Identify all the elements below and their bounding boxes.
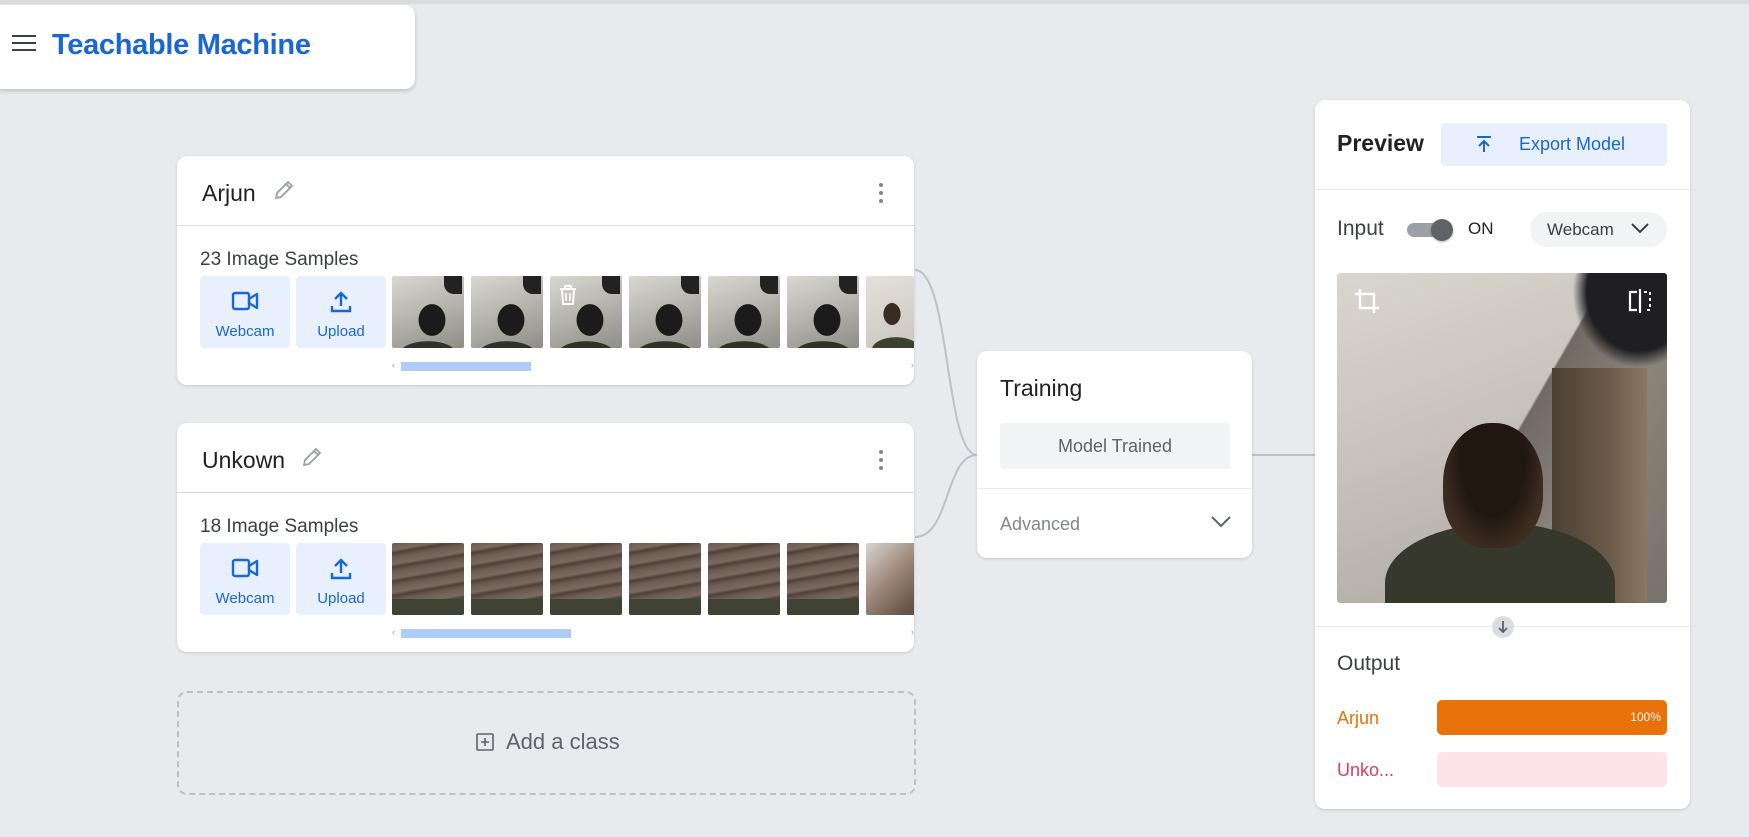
more-options-icon[interactable]	[878, 183, 884, 205]
class-name[interactable]: Arjun	[202, 180, 256, 207]
crop-icon[interactable]	[1353, 287, 1381, 315]
scroll-right-arrow[interactable]: ›	[911, 627, 914, 637]
upload-button-label: Upload	[317, 590, 365, 607]
webcam-button[interactable]: Webcam	[200, 543, 290, 615]
sample-thumbnail[interactable]	[471, 543, 543, 615]
edit-pencil-icon[interactable]	[272, 178, 296, 202]
toggle-state-label: ON	[1468, 219, 1494, 238]
class-card-arjun: Arjun 23 Image Samples Webcam Upload ‹ ›	[177, 156, 914, 385]
upload-icon	[330, 291, 352, 313]
edit-pencil-icon[interactable]	[300, 445, 324, 469]
sample-thumbnail[interactable]	[866, 543, 914, 615]
preview-panel: Preview Export Model Input ON Webcam Out…	[1315, 100, 1690, 809]
output-label: Arjun	[1337, 708, 1380, 728]
output-percent: 100%	[1630, 710, 1661, 724]
thumbnail-scrollbar[interactable]: ‹ ›	[392, 360, 914, 371]
class-card-header: Arjun	[177, 156, 914, 226]
class-name[interactable]: Unkown	[202, 447, 285, 474]
class-card-header: Unkown	[177, 423, 914, 493]
preview-title: Preview	[1337, 130, 1424, 156]
webcam-button-label: Webcam	[215, 590, 275, 607]
webcam-button[interactable]: Webcam	[200, 276, 290, 348]
chevron-down-icon[interactable]	[1210, 515, 1232, 529]
upload-button-label: Upload	[317, 323, 365, 340]
video-camera-icon	[231, 558, 259, 578]
sample-thumbnail[interactable]	[629, 543, 701, 615]
sample-thumbnail[interactable]	[629, 276, 701, 348]
output-label: Unko...	[1337, 760, 1395, 780]
add-class-label: Add a class	[506, 729, 620, 754]
input-label: Input	[1337, 217, 1384, 240]
input-source-select[interactable]: Webcam	[1530, 212, 1667, 247]
sample-thumbnail[interactable]	[550, 276, 622, 348]
output-title: Output	[1337, 652, 1401, 675]
sample-thumbnails	[392, 543, 914, 615]
export-model-label: Export Model	[1519, 134, 1626, 154]
upload-button[interactable]: Upload	[296, 276, 386, 348]
sample-thumbnail[interactable]	[392, 543, 464, 615]
training-card: Training Model Trained Advanced	[977, 351, 1252, 558]
train-model-button[interactable]: Model Trained	[1000, 423, 1230, 469]
sample-thumbnails	[392, 276, 914, 348]
more-options-icon[interactable]	[878, 450, 884, 472]
sample-thumbnail[interactable]	[708, 276, 780, 348]
sample-thumbnail[interactable]	[392, 276, 464, 348]
scrollbar-thumb[interactable]	[401, 629, 571, 638]
scrollbar-thumb[interactable]	[401, 362, 531, 371]
class-card-unkown: Unkown 18 Image Samples Webcam Upload ‹ …	[177, 423, 914, 652]
samples-count: 23 Image Samples	[200, 249, 359, 270]
training-title: Training	[1000, 375, 1083, 401]
delete-trash-icon[interactable]	[558, 284, 578, 306]
output-confidence-bar	[1437, 752, 1667, 787]
advanced-toggle[interactable]: Advanced	[1000, 514, 1080, 535]
upload-button[interactable]: Upload	[296, 543, 386, 615]
video-camera-icon	[231, 291, 259, 311]
webcam-button-label: Webcam	[215, 323, 275, 340]
sample-thumbnail[interactable]	[471, 276, 543, 348]
samples-count: 18 Image Samples	[200, 516, 359, 537]
sample-thumbnail[interactable]	[787, 276, 859, 348]
export-model-button[interactable]: Export Model	[1441, 123, 1667, 166]
divider	[977, 488, 1252, 489]
sample-thumbnail[interactable]	[866, 276, 914, 348]
scroll-left-arrow[interactable]: ‹	[392, 360, 395, 370]
add-box-icon	[476, 733, 494, 751]
output-confidence-bar: 100%	[1437, 700, 1667, 735]
divider	[1315, 189, 1690, 190]
scroll-right-arrow[interactable]: ›	[911, 360, 914, 370]
sample-thumbnail[interactable]	[787, 543, 859, 615]
scroll-left-arrow[interactable]: ‹	[392, 627, 395, 637]
add-class-button[interactable]: Add a class	[177, 691, 916, 795]
upload-icon	[330, 558, 352, 580]
arrow-down-icon	[1492, 616, 1514, 638]
input-toggle[interactable]	[1407, 219, 1453, 241]
sample-thumbnail[interactable]	[550, 543, 622, 615]
webcam-preview-video	[1337, 273, 1667, 603]
upload-icon	[1477, 136, 1491, 152]
chevron-down-icon	[1631, 223, 1649, 234]
flip-horizontal-icon[interactable]	[1627, 287, 1653, 315]
input-source-value: Webcam	[1547, 220, 1614, 239]
thumbnail-scrollbar[interactable]: ‹ ›	[392, 627, 914, 638]
sample-thumbnail[interactable]	[708, 543, 780, 615]
